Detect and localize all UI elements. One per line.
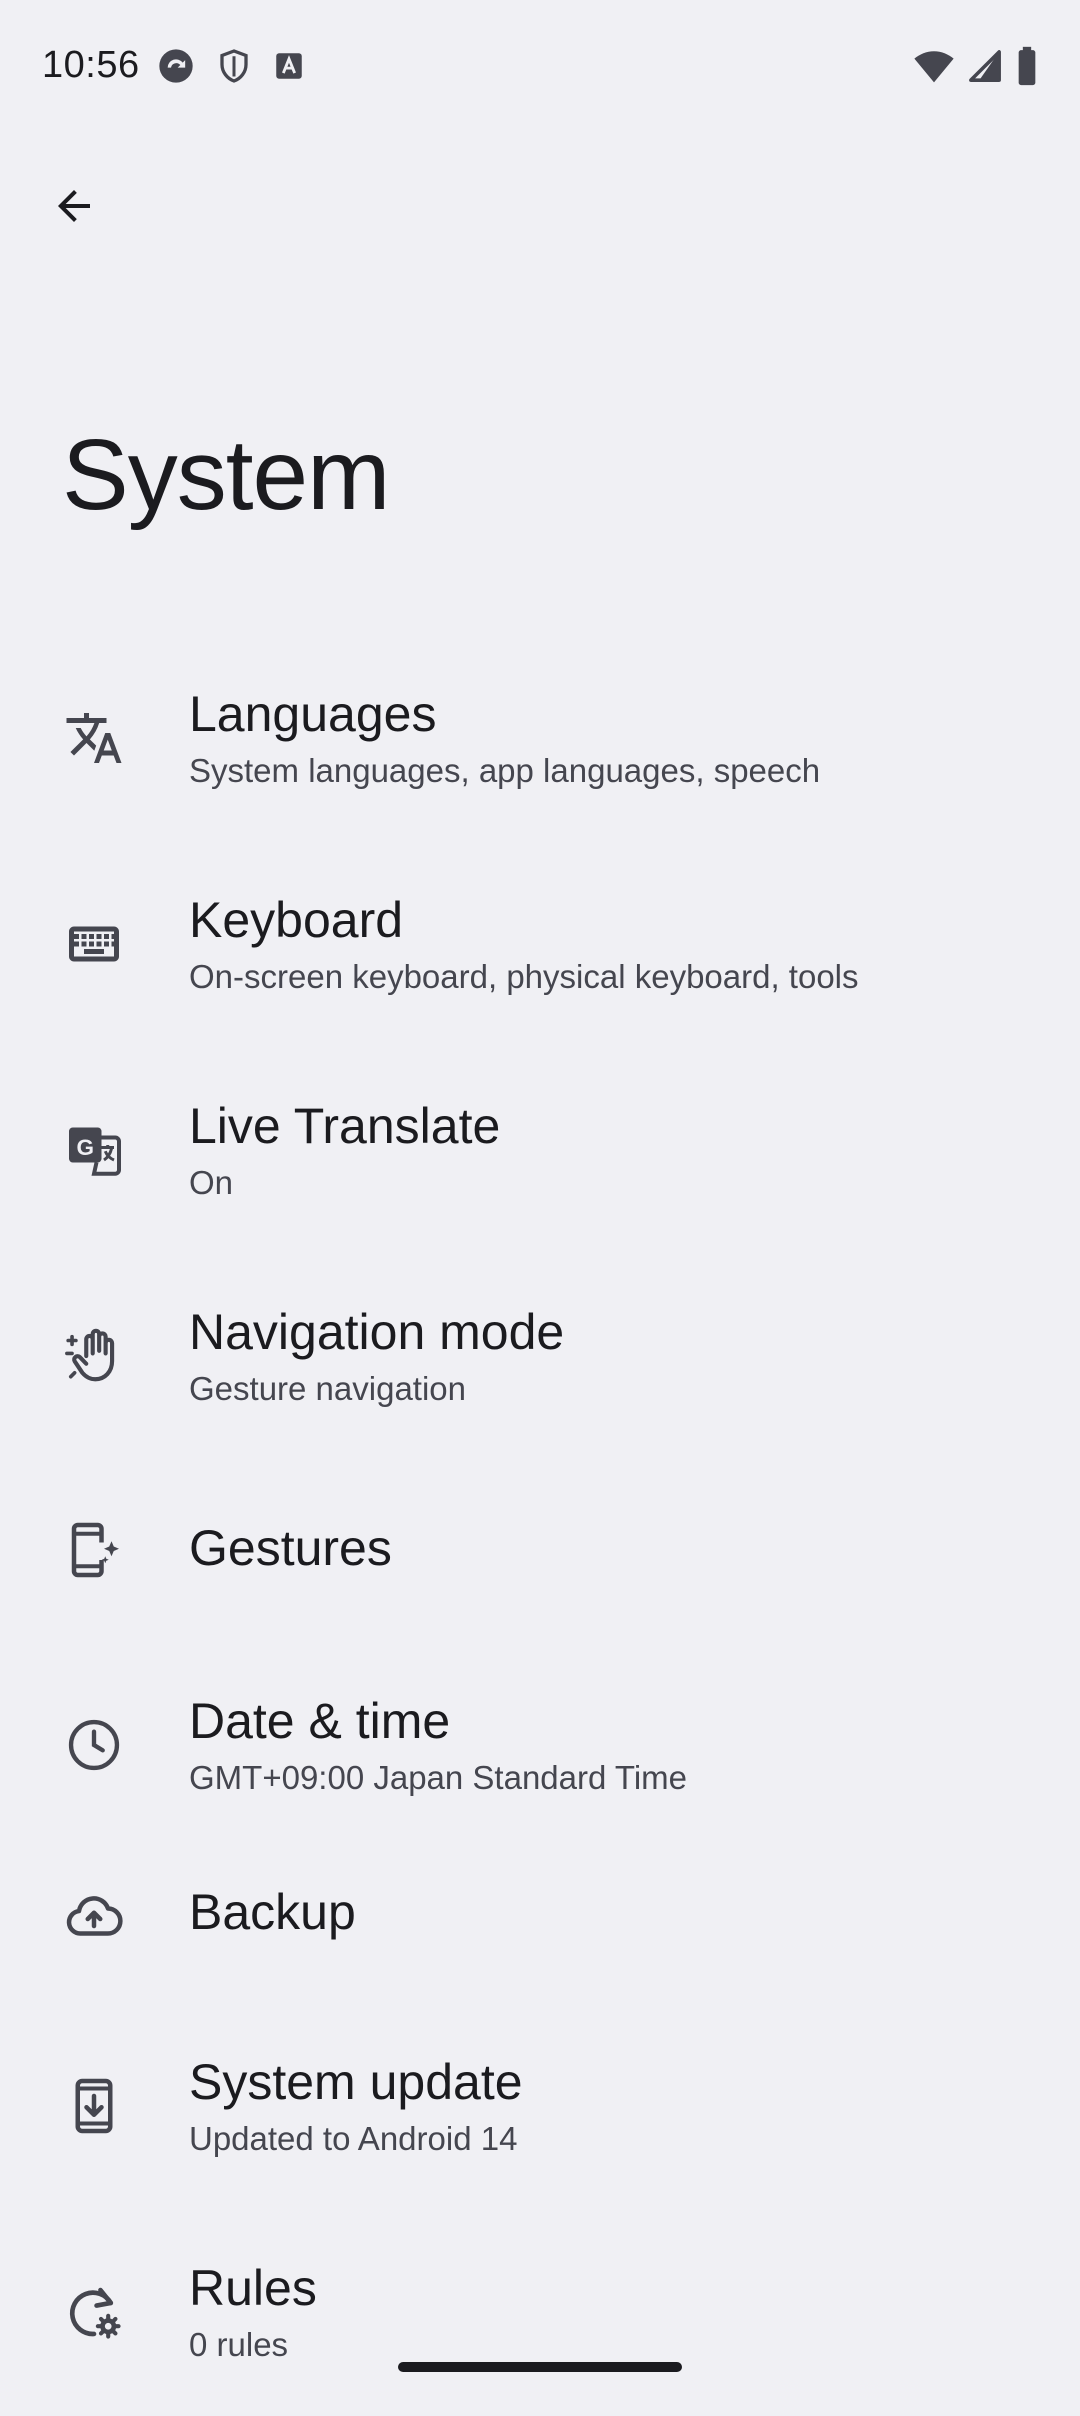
setting-summary: System languages, app languages, speech — [189, 751, 821, 789]
status-time: 10:56 — [42, 44, 140, 86]
setting-item-gestures[interactable]: Gestures — [0, 1460, 1080, 1666]
gesture-hand-icon — [62, 1324, 126, 1388]
setting-summary: Gesture navigation — [189, 1369, 467, 1407]
page-title: System — [62, 419, 390, 531]
status-left-icons — [156, 46, 306, 86]
font-icon — [272, 49, 306, 83]
translate-icon — [62, 706, 126, 770]
setting-item-date-time[interactable]: Date & time GMT+09:00 Japan Standard Tim… — [0, 1643, 1080, 1849]
sync-icon — [156, 46, 196, 86]
clock-icon — [62, 1713, 126, 1777]
setting-title: Rules — [189, 2260, 317, 2316]
system-update-icon — [62, 2074, 126, 2138]
setting-item-languages[interactable]: Languages System languages, app language… — [0, 636, 1080, 842]
setting-title: Navigation mode — [189, 1304, 565, 1360]
setting-title: System update — [189, 2054, 523, 2110]
status-bar: 10:56 — [0, 0, 1080, 132]
setting-item-keyboard[interactable]: Keyboard On-screen keyboard, physical ke… — [0, 842, 1080, 1048]
wifi-icon — [914, 48, 954, 84]
setting-summary: On — [189, 1163, 234, 1201]
back-button[interactable] — [36, 170, 112, 246]
setting-title: Live Translate — [189, 1098, 501, 1154]
shield-icon — [216, 46, 252, 86]
setting-title: Languages — [189, 686, 437, 742]
setting-title: Keyboard — [189, 892, 404, 948]
setting-item-rules[interactable]: Rules 0 rules — [0, 2210, 1080, 2416]
battery-icon — [1016, 46, 1038, 86]
phone-sparkle-icon — [62, 1518, 126, 1582]
setting-summary: Updated to Android 14 — [189, 2119, 518, 2157]
setting-item-system-update[interactable]: System update Updated to Android 14 — [0, 2004, 1080, 2210]
cloud-upload-icon — [62, 1884, 126, 1948]
setting-item-live-translate[interactable]: G Live Translate On — [0, 1048, 1080, 1254]
gesture-navigation-handle[interactable] — [398, 2362, 682, 2372]
keyboard-icon — [62, 912, 126, 976]
rules-icon — [62, 2280, 126, 2344]
cellular-signal-icon — [968, 49, 1002, 83]
setting-summary: GMT+09:00 Japan Standard Time — [189, 1758, 688, 1796]
live-translate-icon: G — [62, 1118, 126, 1182]
status-right-icons — [914, 46, 1038, 86]
setting-item-navigation-mode[interactable]: Navigation mode Gesture navigation — [0, 1254, 1080, 1460]
setting-title: Date & time — [189, 1693, 451, 1749]
setting-summary: On-screen keyboard, physical keyboard, t… — [189, 957, 859, 995]
setting-summary: 0 rules — [189, 2325, 289, 2363]
setting-title: Gestures — [189, 1520, 392, 1576]
setting-title: Backup — [189, 1884, 356, 1940]
arrow-back-icon — [50, 182, 98, 235]
setting-item-backup[interactable]: Backup — [0, 1824, 1080, 2030]
